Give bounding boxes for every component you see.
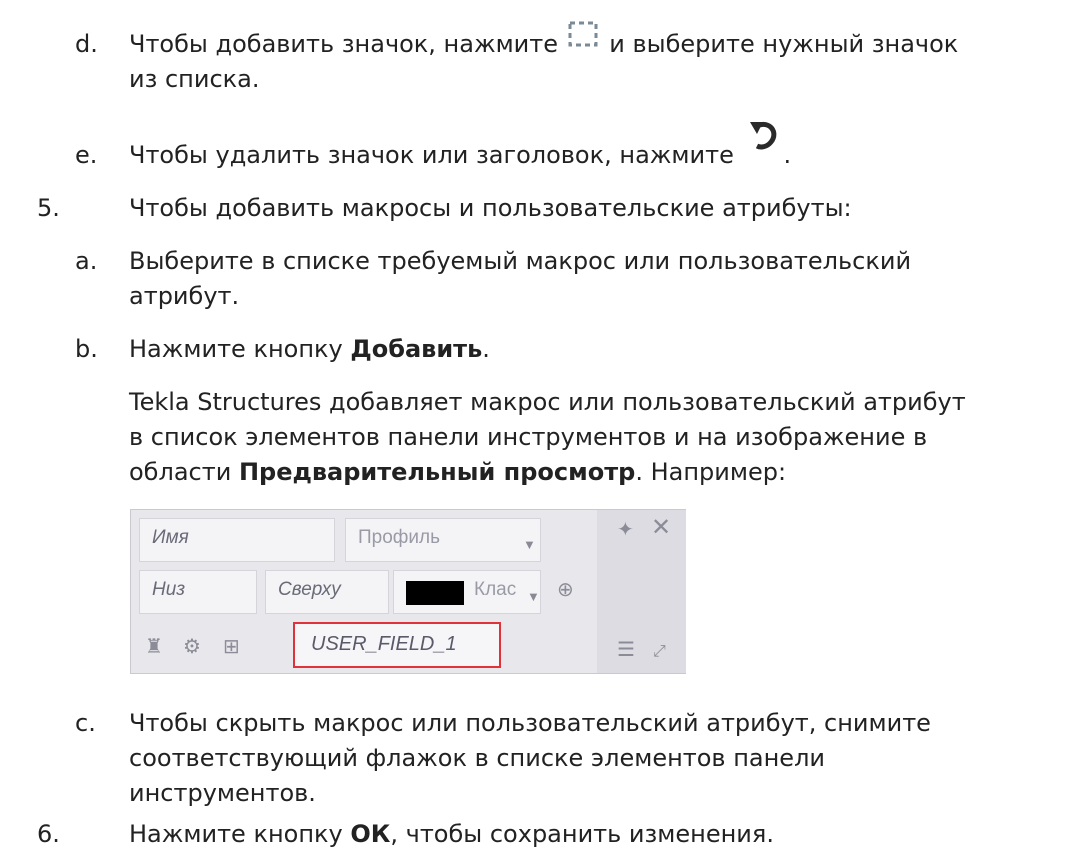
para-line3: области Предварительный просмотр. Наприм… [129, 455, 786, 490]
step-e-marker: e. [75, 141, 98, 169]
step-d-text: Чтобы добавить значок, нажмите и выберит… [129, 21, 959, 62]
step-6-text: Нажмите кнопку ОК, чтобы сохранить измен… [129, 817, 774, 852]
step-d-marker: d. [75, 30, 98, 58]
step-c-line3: инструментов. [129, 779, 316, 807]
step-6-marker: 6. [37, 820, 60, 848]
step-6-pre: Нажмите кнопку [129, 820, 351, 848]
step-d-post: и выберите нужный значок [601, 30, 959, 58]
step-e-post: . [783, 141, 792, 169]
profile-dropdown-icon: ▼ [523, 537, 536, 552]
bottom-field: Низ [139, 570, 257, 614]
step-b-bold: Добавить [350, 335, 483, 363]
brush-icon: ♜ [145, 636, 163, 658]
preview-right-strip [597, 510, 686, 673]
step-6-post: , чтобы сохранить изменения. [390, 820, 774, 848]
list-icon: ☰ [617, 639, 635, 661]
profile-field: Профиль [345, 518, 541, 562]
user-field-highlight: USER_FIELD_1 [293, 622, 501, 668]
para-line1: Tekla Structures добавляет макрос или по… [129, 388, 966, 416]
para-line3-pre: области [129, 458, 239, 486]
step-c-line2: соответствующий флажок в списке элементо… [129, 744, 825, 772]
step-a-marker: a. [75, 247, 98, 275]
name-field: Имя [139, 518, 335, 562]
dashed-square-icon [566, 21, 602, 51]
move-icon: ⊕ [557, 579, 574, 601]
class-color-swatch [406, 581, 464, 605]
para-line3-bold: Предварительный просмотр [238, 458, 636, 486]
profile-label: Профиль [358, 527, 441, 548]
top-field: Сверху [265, 570, 389, 614]
close-icon: ✕ [651, 514, 672, 541]
step-b-post: . [482, 335, 490, 363]
step-d-pre: Чтобы добавить значок, нажмите [129, 30, 566, 58]
class-dropdown-icon: ▼ [527, 589, 540, 604]
step-b-text: Нажмите кнопку Добавить. [129, 332, 490, 367]
para-line2: в список элементов панели инструментов и… [129, 423, 928, 451]
step-5-marker: 5. [37, 194, 60, 222]
cube-icon: ⊞ [223, 636, 240, 658]
step-a-line2: атрибут. [129, 282, 240, 310]
class-field: Клас [393, 570, 541, 614]
toolbar-preview: Имя Профиль ▼ Низ Сверху Клас ▼ ⊕ ♜ ⚙ ⊞ … [130, 509, 686, 674]
step-6-bold: ОК [350, 820, 391, 848]
expand-icon: ⤢ [653, 643, 666, 660]
eye-icon: ⚙ [183, 636, 201, 658]
para-line3-post: . Например: [635, 458, 787, 486]
pin-icon: ✦ [617, 519, 634, 541]
step-b-pre: Нажмите кнопку [129, 335, 351, 363]
step-5-text: Чтобы добавить макросы и пользовательски… [129, 194, 852, 222]
step-b-marker: b. [75, 335, 98, 363]
class-label: Клас [474, 579, 517, 600]
step-a-line1: Выберите в списке требуемый макрос или п… [129, 247, 912, 275]
step-c-line1: Чтобы скрыть макрос или пользовательский… [129, 709, 931, 737]
step-e-pre: Чтобы удалить значок или заголовок, нажм… [129, 141, 742, 169]
step-c-marker: c. [75, 709, 96, 737]
step-d-line2: из списка. [129, 65, 260, 93]
step-e-text: Чтобы удалить значок или заголовок, нажм… [129, 122, 792, 173]
undo-arrow-icon [747, 118, 783, 152]
